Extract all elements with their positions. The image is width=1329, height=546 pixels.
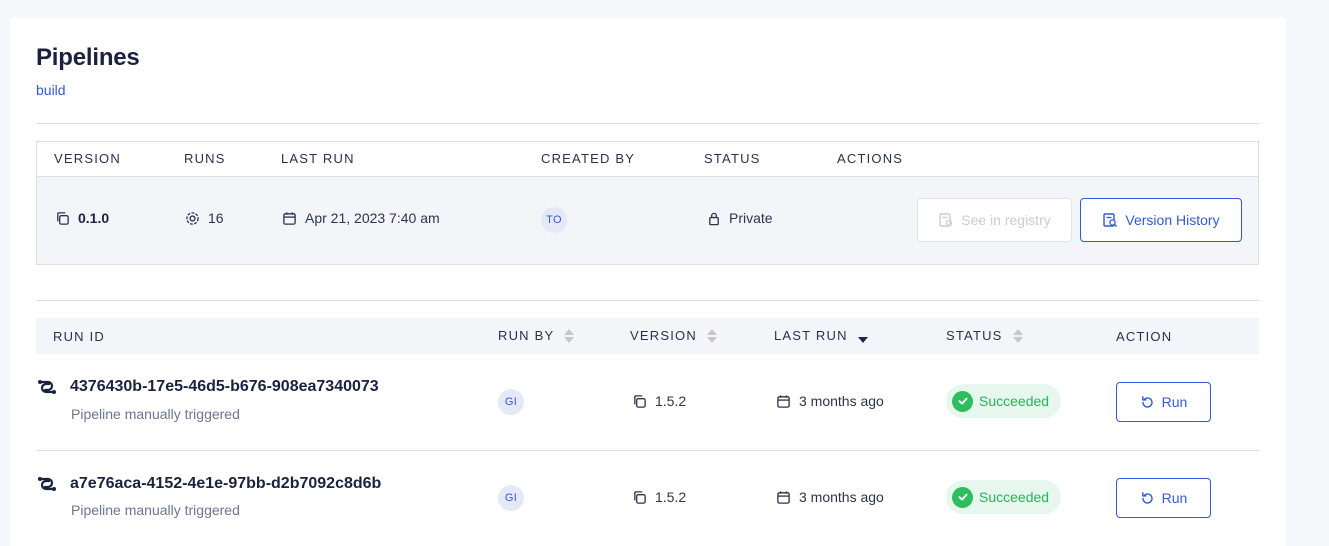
- sort-status[interactable]: STATUS: [946, 328, 1023, 343]
- version-value: 1.5.2: [655, 393, 687, 409]
- run-id-cell[interactable]: 4376430b-17e5-46d5-b676-908ea7340073: [36, 376, 379, 398]
- run-trigger: Pipeline manually triggered: [71, 502, 240, 518]
- pipeline-run-icon: [36, 473, 58, 495]
- sort-icon: [564, 328, 575, 343]
- version-cell: 0.1.0: [55, 210, 109, 226]
- sort-desc-icon: [857, 329, 868, 343]
- check-icon: [952, 390, 973, 412]
- sort-icon: [706, 328, 717, 343]
- run-button[interactable]: Run: [1116, 382, 1211, 422]
- header-run-id: RUN ID: [53, 329, 105, 344]
- see-in-registry-label: See in registry: [961, 212, 1051, 228]
- status-value: Private: [729, 210, 773, 226]
- versions-table: VERSION RUNS LAST RUN CREATED BY STATUS …: [36, 141, 1259, 265]
- refresh-icon: [1140, 395, 1155, 410]
- check-icon: [952, 486, 973, 508]
- header-action: ACTION: [1116, 329, 1173, 344]
- last-run-cell: 3 months ago: [776, 489, 884, 505]
- header-run-by: RUN BY: [498, 328, 555, 343]
- lock-icon: [707, 211, 721, 226]
- last-run-cell: Apr 21, 2023 7:40 am: [282, 210, 440, 226]
- pipeline-name-link[interactable]: build: [36, 82, 66, 98]
- header-version: VERSION: [630, 328, 697, 343]
- created-by-cell: TO: [541, 207, 567, 233]
- row-divider: [36, 450, 1259, 451]
- calendar-icon: [776, 394, 791, 409]
- last-run-value: Apr 21, 2023 7:40 am: [305, 210, 440, 226]
- copy-icon: [632, 394, 647, 409]
- header-actions: ACTIONS: [837, 151, 904, 166]
- version-cell: 1.5.2: [632, 489, 686, 505]
- status-label: Succeeded: [979, 489, 1050, 505]
- header-version: VERSION: [54, 151, 121, 166]
- copy-icon: [55, 211, 70, 226]
- last-run-cell: 3 months ago: [776, 393, 884, 409]
- run-id: 4376430b-17e5-46d5-b676-908ea7340073: [70, 378, 379, 395]
- header-created-by: CREATED BY: [541, 151, 636, 166]
- calendar-icon: [282, 211, 297, 226]
- sort-last-run[interactable]: LAST RUN: [774, 328, 868, 343]
- divider: [36, 123, 1259, 124]
- see-in-registry-button[interactable]: See in registry: [917, 198, 1072, 242]
- run-button-label: Run: [1161, 490, 1188, 506]
- sort-run-by[interactable]: RUN BY: [498, 328, 575, 343]
- status-badge: Succeeded: [946, 384, 1062, 418]
- header-last-run: LAST RUN: [281, 151, 355, 166]
- avatar: TO: [541, 207, 567, 233]
- pipeline-run-icon: [36, 376, 58, 398]
- header-status: STATUS: [704, 151, 761, 166]
- run-id: a7e76aca-4152-4e1e-97bb-d2b7092c8d6b: [70, 475, 382, 492]
- history-search-icon: [1102, 212, 1118, 228]
- sort-icon: [1012, 328, 1023, 343]
- calendar-icon: [776, 490, 791, 505]
- last-run-value: 3 months ago: [799, 489, 884, 505]
- avatar: GI: [498, 389, 524, 415]
- sort-version[interactable]: VERSION: [630, 328, 717, 343]
- version-value: 0.1.0: [78, 210, 110, 226]
- version-value: 1.5.2: [655, 489, 687, 505]
- page-title: Pipelines: [36, 44, 140, 71]
- header-last-run: LAST RUN: [774, 328, 848, 343]
- run-trigger: Pipeline manually triggered: [71, 406, 240, 422]
- copy-icon: [632, 490, 647, 505]
- run-button-label: Run: [1161, 394, 1188, 410]
- last-run-value: 3 months ago: [799, 393, 884, 409]
- runs-count: 16: [208, 210, 224, 226]
- version-row: 0.1.0 16 Apr 21, 2023 7:40 am TO Private: [37, 176, 1258, 264]
- runs-table-header: RUN ID RUN BY VERSION LAST RUN STATUS AC…: [36, 318, 1259, 354]
- runs-icon: [185, 211, 200, 226]
- registry-icon: [938, 212, 954, 228]
- status-badge: Succeeded: [946, 480, 1062, 514]
- divider: [36, 300, 1259, 301]
- version-history-label: Version History: [1125, 212, 1220, 228]
- avatar: GI: [498, 485, 524, 511]
- run-button[interactable]: Run: [1116, 478, 1211, 518]
- version-cell: 1.5.2: [632, 393, 686, 409]
- header-runs: RUNS: [184, 151, 226, 166]
- refresh-icon: [1140, 491, 1155, 506]
- runs-cell: 16: [185, 210, 224, 226]
- header-status: STATUS: [946, 328, 1003, 343]
- status-label: Succeeded: [979, 393, 1050, 409]
- pipelines-card: [10, 18, 1286, 546]
- status-cell: Private: [707, 210, 773, 226]
- run-id-cell[interactable]: a7e76aca-4152-4e1e-97bb-d2b7092c8d6b: [36, 473, 381, 495]
- version-history-button[interactable]: Version History: [1080, 198, 1242, 242]
